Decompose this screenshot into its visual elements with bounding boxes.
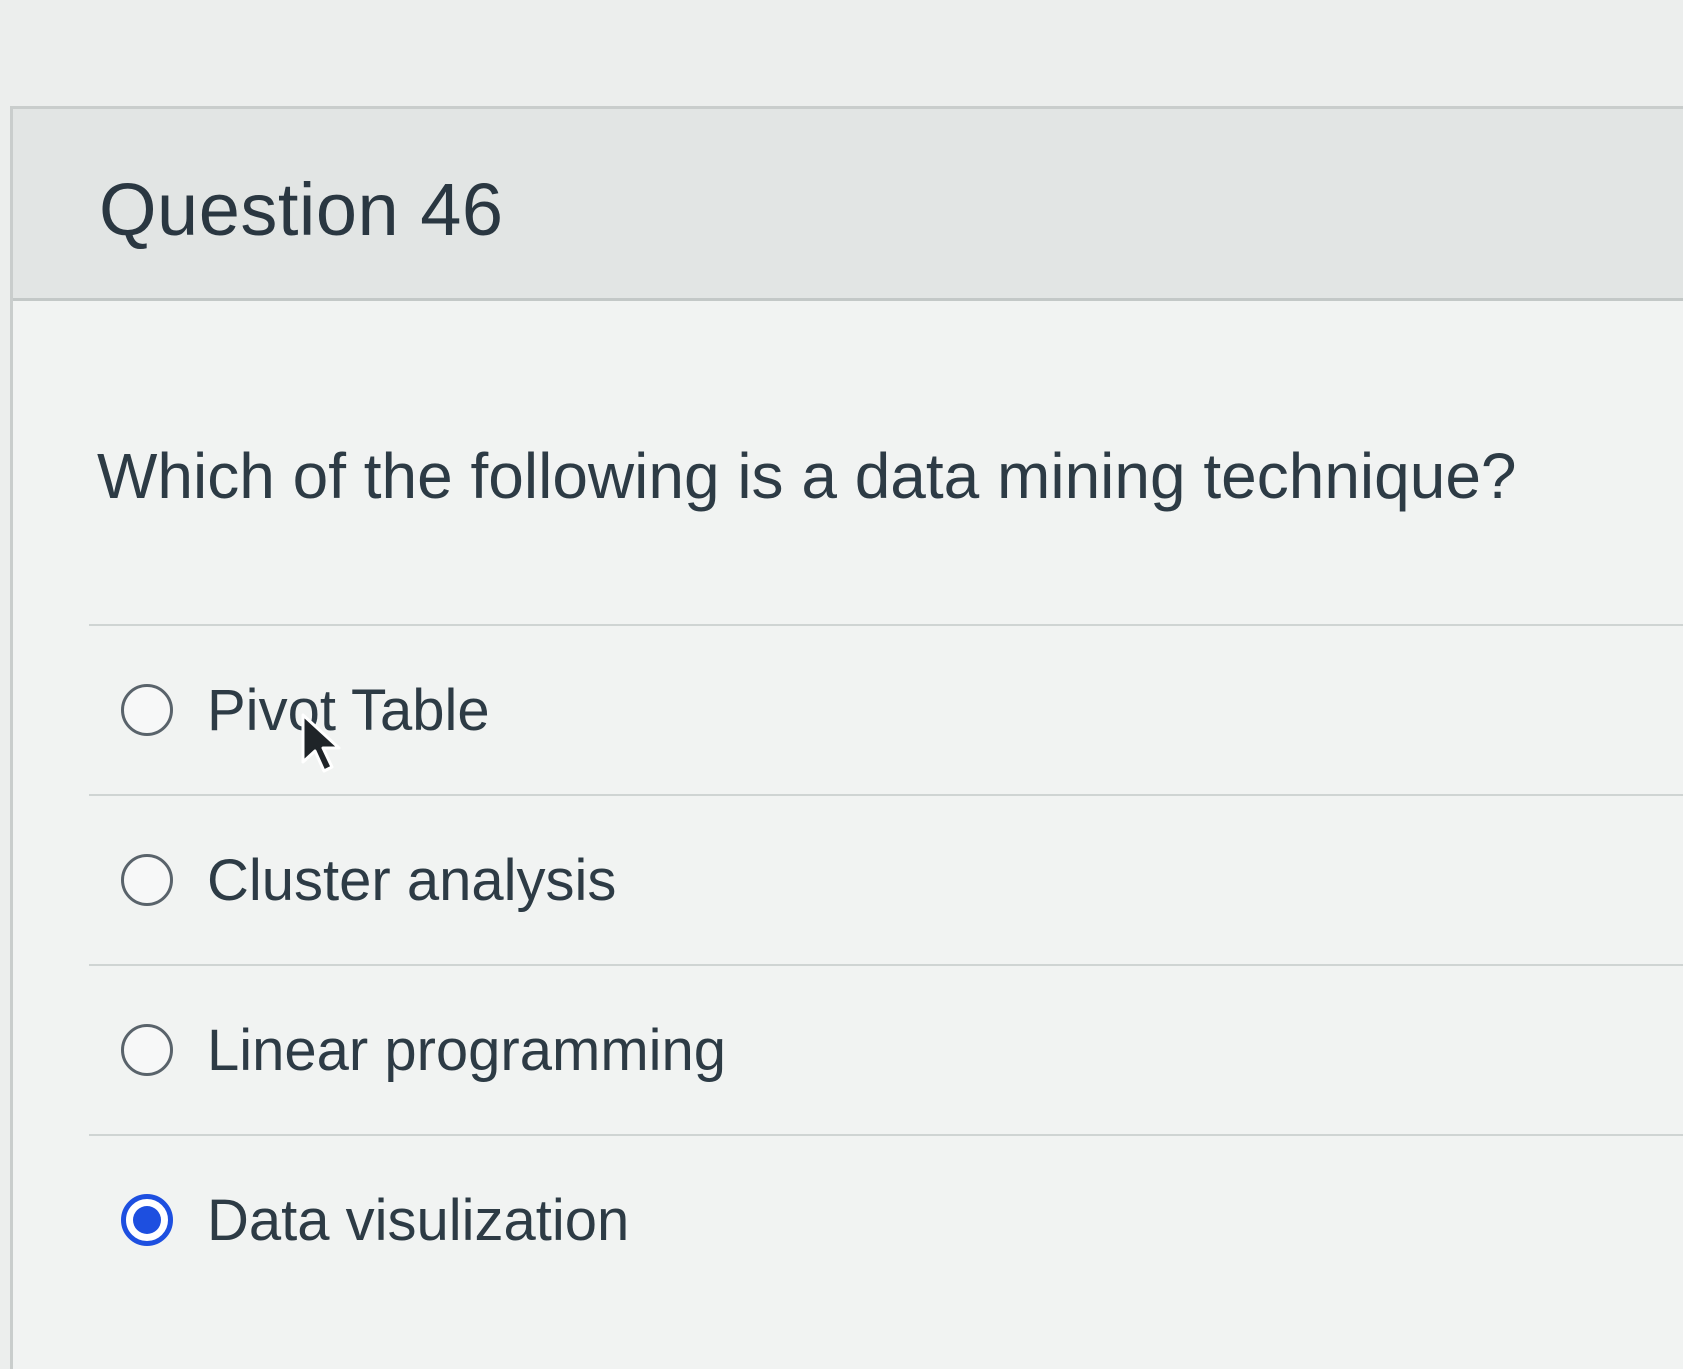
answer-option-data-visulization[interactable]: Data visulization	[89, 1134, 1683, 1304]
question-card: Question 46 Which of the following is a …	[10, 106, 1683, 1369]
question-title: Question 46	[99, 168, 504, 251]
radio-button-selected[interactable]	[121, 1194, 173, 1246]
mouse-pointer-icon	[301, 713, 341, 773]
answer-label: Cluster analysis	[207, 847, 617, 913]
answer-option-linear-programming[interactable]: Linear programming	[89, 964, 1683, 1134]
screen: Question 46 Which of the following is a …	[0, 0, 1683, 1369]
question-prompt: Which of the following is a data mining …	[97, 440, 1517, 512]
answer-label: Linear programming	[207, 1017, 727, 1083]
answer-option-cluster-analysis[interactable]: Cluster analysis	[89, 794, 1683, 964]
radio-button[interactable]	[121, 1024, 173, 1076]
answer-label: Pivot Table	[207, 677, 490, 743]
radio-button[interactable]	[121, 854, 173, 906]
question-header: Question 46	[13, 109, 1683, 301]
radio-button[interactable]	[121, 684, 173, 736]
answer-label: Data visulization	[207, 1187, 630, 1253]
